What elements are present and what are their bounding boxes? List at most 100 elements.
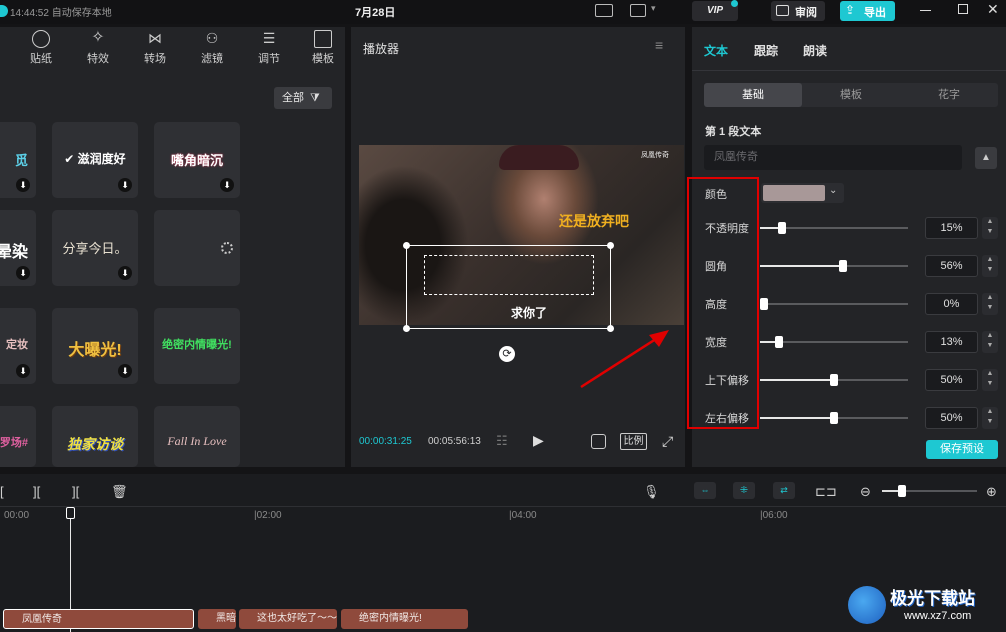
property-value-input[interactable]: 13% — [925, 331, 978, 353]
split-left-icon[interactable]: [ — [0, 484, 4, 499]
text-content-input[interactable]: 凤凰传奇 — [704, 145, 962, 170]
slider-knob[interactable] — [830, 374, 838, 386]
menu-icon[interactable]: ≡ — [655, 37, 663, 53]
collapse-up-icon[interactable]: ▲ — [975, 147, 997, 169]
delete-icon[interactable]: 🗑 — [111, 484, 128, 500]
tab-templates[interactable]: 模板 — [301, 30, 345, 66]
template-card[interactable]: 晕染 ⬇ — [0, 210, 36, 286]
download-icon[interactable]: ⬇ — [220, 178, 234, 192]
property-value-input[interactable]: 50% — [925, 369, 978, 391]
property-slider[interactable] — [760, 412, 908, 424]
tab-filters[interactable]: ⚇ 滤镜 — [187, 30, 237, 66]
filter-dropdown[interactable]: 全部 ⧩ — [274, 87, 332, 109]
template-card[interactable]: Fall In Love — [154, 406, 240, 467]
slider-knob[interactable] — [760, 298, 768, 310]
resize-handle[interactable] — [403, 325, 410, 332]
template-card[interactable]: 大曝光! ⬇ — [52, 308, 138, 384]
template-card[interactable]: 觅 ⬇ — [0, 122, 36, 198]
download-icon[interactable]: ⬇ — [16, 266, 30, 280]
play-icon[interactable]: ▶ — [533, 432, 544, 449]
trim-left-icon[interactable]: ][ — [33, 484, 40, 499]
stepper-icon[interactable]: ▲ ▼ — [982, 369, 998, 391]
zoom-out-icon[interactable]: ⊖ — [860, 484, 871, 500]
chevron-down-icon[interactable]: ▾ — [651, 3, 656, 14]
text-inner-box — [424, 255, 594, 295]
frames-icon[interactable]: ☷ — [496, 433, 508, 449]
property-value-input[interactable]: 50% — [925, 407, 978, 429]
stepper-icon[interactable]: ▲ ▼ — [982, 407, 998, 429]
tab-effects[interactable]: ✧ 特效 — [73, 30, 123, 66]
template-card[interactable]: 分享今日。 ⬇ — [52, 210, 138, 286]
minimize-icon[interactable] — [920, 10, 931, 11]
property-slider[interactable] — [760, 298, 908, 310]
review-button[interactable]: 审阅 — [771, 1, 825, 21]
template-card[interactable]: 定妆 ⬇ — [0, 308, 36, 384]
stepper-icon[interactable]: ▲ ▼ — [982, 255, 998, 277]
text-clip[interactable]: 绝密内情曝光! — [341, 609, 468, 629]
zoom-knob[interactable] — [898, 485, 906, 497]
rotate-icon[interactable]: ⟳ — [499, 346, 515, 362]
link-icon[interactable]: ⇔ — [694, 482, 716, 499]
download-icon[interactable]: ⬇ — [16, 364, 30, 378]
template-text: 绝密内情曝光! — [162, 339, 232, 351]
tab-read-aloud[interactable]: 朗读 — [803, 42, 827, 59]
close-icon[interactable]: ✕ — [987, 1, 999, 18]
template-card[interactable]: 独家访谈 — [52, 406, 138, 467]
slider-knob[interactable] — [775, 336, 784, 348]
zoom-slider[interactable] — [882, 485, 977, 497]
text-clip[interactable]: 这也太好吃了～～ — [239, 609, 337, 629]
save-preset-button[interactable]: 保存预设 — [926, 440, 998, 459]
download-icon[interactable]: ⬇ — [16, 178, 30, 192]
download-icon[interactable]: ⬇ — [118, 178, 132, 192]
property-slider[interactable] — [760, 374, 908, 386]
preview-axis-icon[interactable]: ⊏⊐ — [815, 484, 837, 500]
template-card[interactable]: 嘴角暗沉 ⬇ — [154, 122, 240, 198]
keyboard-icon[interactable] — [595, 4, 613, 17]
slider-knob[interactable] — [830, 412, 838, 424]
linkage-icon[interactable]: ⇄ — [773, 482, 795, 499]
stepper-icon[interactable]: ▲ ▼ — [982, 331, 998, 353]
template-card[interactable]: 绝密内情曝光! — [154, 308, 240, 384]
download-icon[interactable]: ⬇ — [118, 266, 132, 280]
subtab-basic[interactable]: 基础 — [704, 83, 802, 107]
tab-adjust[interactable]: ☰ 调节 — [244, 30, 294, 66]
property-slider[interactable] — [760, 336, 908, 348]
text-clip[interactable]: 黑暗 — [198, 609, 236, 629]
ratio-button[interactable]: 比例 — [620, 433, 647, 450]
stepper-icon[interactable]: ▲ ▼ — [982, 293, 998, 315]
trim-right-icon[interactable]: ][ — [72, 484, 79, 499]
subtab-template[interactable]: 模板 — [802, 83, 900, 107]
zoom-in-icon[interactable]: ⊕ — [986, 484, 997, 500]
property-value-input[interactable]: 56% — [925, 255, 978, 277]
subtab-fancy-text[interactable]: 花字 — [900, 83, 998, 107]
playhead-handle[interactable] — [66, 507, 75, 519]
template-card[interactable]: ✔ 滋润度好 ⬇ — [52, 122, 138, 198]
resize-handle[interactable] — [403, 242, 410, 249]
color-picker[interactable]: ⌄ — [761, 183, 844, 203]
download-icon[interactable]: ⬇ — [118, 364, 132, 378]
text-clip[interactable]: 凤凰传奇 — [3, 609, 194, 629]
property-slider[interactable] — [760, 260, 908, 272]
template-card[interactable]: 罗场# — [0, 406, 36, 467]
slider-knob[interactable] — [778, 222, 787, 234]
property-slider[interactable] — [760, 222, 908, 234]
template-text: ✔ 滋润度好 — [64, 152, 126, 166]
tab-text[interactable]: 文本 — [704, 42, 728, 59]
stepper-icon[interactable]: ▲ ▼ — [982, 217, 998, 239]
tab-stickers[interactable]: 贴纸 — [16, 30, 66, 66]
slider-knob[interactable] — [838, 260, 847, 272]
template-card[interactable] — [154, 210, 240, 286]
property-value-input[interactable]: 0% — [925, 293, 978, 315]
property-value-input[interactable]: 15% — [925, 217, 978, 239]
microphone-icon[interactable]: 🎙 — [643, 484, 660, 500]
resize-handle[interactable] — [607, 242, 614, 249]
tab-transitions[interactable]: ⋈ 转场 — [130, 30, 180, 66]
layout-icon[interactable] — [630, 4, 646, 17]
tab-tracking[interactable]: 跟踪 — [754, 42, 778, 59]
expand-icon[interactable]: ⤢ — [662, 433, 673, 450]
text-selection-box[interactable] — [403, 242, 614, 332]
fullscreen-fit-icon[interactable] — [591, 434, 606, 449]
snap-icon[interactable]: ⁜ — [733, 482, 755, 499]
export-button[interactable]: ⇪ 导出 — [840, 1, 895, 21]
maximize-icon[interactable] — [958, 4, 968, 14]
